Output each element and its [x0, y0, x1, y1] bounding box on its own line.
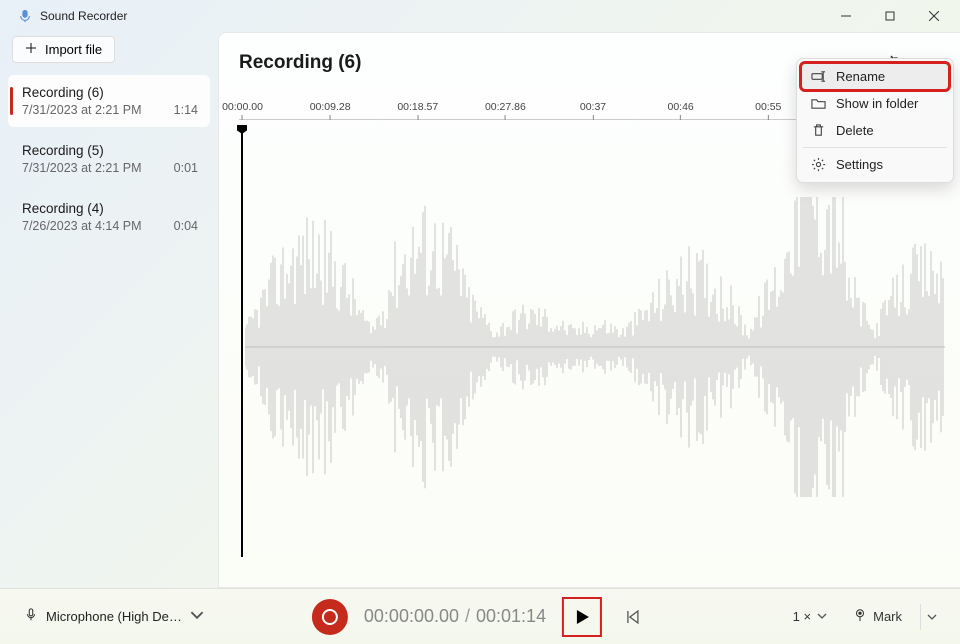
- recording-title: Recording (5): [22, 143, 198, 158]
- total-time: 00:01:14: [476, 606, 546, 627]
- bottom-bar: Microphone (High De… 00:00:00.00 / 00:01…: [0, 588, 960, 644]
- timeline-tick: 00:09.28: [310, 101, 351, 120]
- recording-date: 7/31/2023 at 2:21 PM: [22, 103, 142, 117]
- title-bar: Sound Recorder: [0, 0, 960, 32]
- timeline-tick: 00:00.00: [222, 101, 263, 120]
- timeline-tick: 00:55: [755, 101, 781, 120]
- recording-duration: 1:14: [174, 103, 198, 117]
- waveform-area[interactable]: [239, 127, 940, 567]
- menu-separator: [803, 147, 947, 148]
- recording-duration: 0:04: [174, 219, 198, 233]
- record-button[interactable]: [312, 599, 348, 635]
- menu-item-rename[interactable]: Rename: [801, 63, 949, 90]
- mark-dropdown-button[interactable]: [920, 604, 942, 630]
- current-time: 00:00:00.00: [364, 606, 459, 627]
- window-maximize-button[interactable]: [868, 1, 912, 31]
- app-icon: [18, 9, 32, 23]
- import-file-button[interactable]: Import file: [12, 36, 115, 63]
- recording-item[interactable]: Recording (6) 7/31/2023 at 2:21 PM 1:14: [8, 75, 210, 127]
- menu-label: Show in folder: [836, 96, 918, 111]
- page-title: Recording (6): [239, 52, 361, 74]
- recording-item[interactable]: Recording (4) 7/26/2023 at 4:14 PM 0:04: [8, 191, 210, 243]
- menu-item-delete[interactable]: Delete: [801, 117, 949, 144]
- time-display: 00:00:00.00 / 00:01:14: [364, 606, 546, 627]
- recording-item[interactable]: Recording (5) 7/31/2023 at 2:21 PM 0:01: [8, 133, 210, 185]
- recording-date: 7/26/2023 at 4:14 PM: [22, 219, 142, 233]
- plus-icon: [25, 42, 37, 57]
- recording-duration: 0:01: [174, 161, 198, 175]
- window-minimize-button[interactable]: [824, 1, 868, 31]
- microphone-selector[interactable]: Microphone (High De…: [18, 604, 210, 629]
- recording-title: Recording (6): [22, 85, 198, 100]
- timeline-tick: 00:37: [580, 101, 606, 120]
- timeline-tick: 00:18.57: [397, 101, 438, 120]
- menu-item-show-in-folder[interactable]: Show in folder: [801, 90, 949, 117]
- mark-label: Mark: [873, 609, 902, 624]
- recording-date: 7/31/2023 at 2:21 PM: [22, 161, 142, 175]
- window-close-button[interactable]: [912, 1, 956, 31]
- app-title: Sound Recorder: [40, 9, 127, 23]
- recording-title: Recording (4): [22, 201, 198, 216]
- menu-item-settings[interactable]: Settings: [801, 151, 949, 178]
- import-file-label: Import file: [45, 42, 102, 57]
- menu-label: Rename: [836, 69, 885, 84]
- microphone-icon: [24, 608, 38, 625]
- sidebar: Import file Recording (6) 7/31/2023 at 2…: [0, 32, 218, 588]
- marker-icon: [853, 608, 867, 625]
- skip-back-button[interactable]: [618, 602, 648, 632]
- speed-label: 1 ×: [793, 609, 811, 624]
- context-menu: Rename Show in folder Delete Settings: [796, 58, 954, 183]
- playhead[interactable]: [241, 127, 243, 557]
- speed-button[interactable]: 1 ×: [785, 605, 835, 628]
- menu-label: Delete: [836, 123, 874, 138]
- waveform: [245, 197, 945, 497]
- mark-button[interactable]: Mark: [845, 604, 910, 629]
- menu-label: Settings: [836, 157, 883, 172]
- play-button[interactable]: [562, 597, 602, 637]
- microphone-label: Microphone (High De…: [46, 609, 182, 624]
- timeline-tick: 00:27.86: [485, 101, 526, 120]
- chevron-down-icon: [817, 609, 827, 624]
- chevron-down-icon: [190, 608, 204, 625]
- timeline-tick: 00:46: [667, 101, 693, 120]
